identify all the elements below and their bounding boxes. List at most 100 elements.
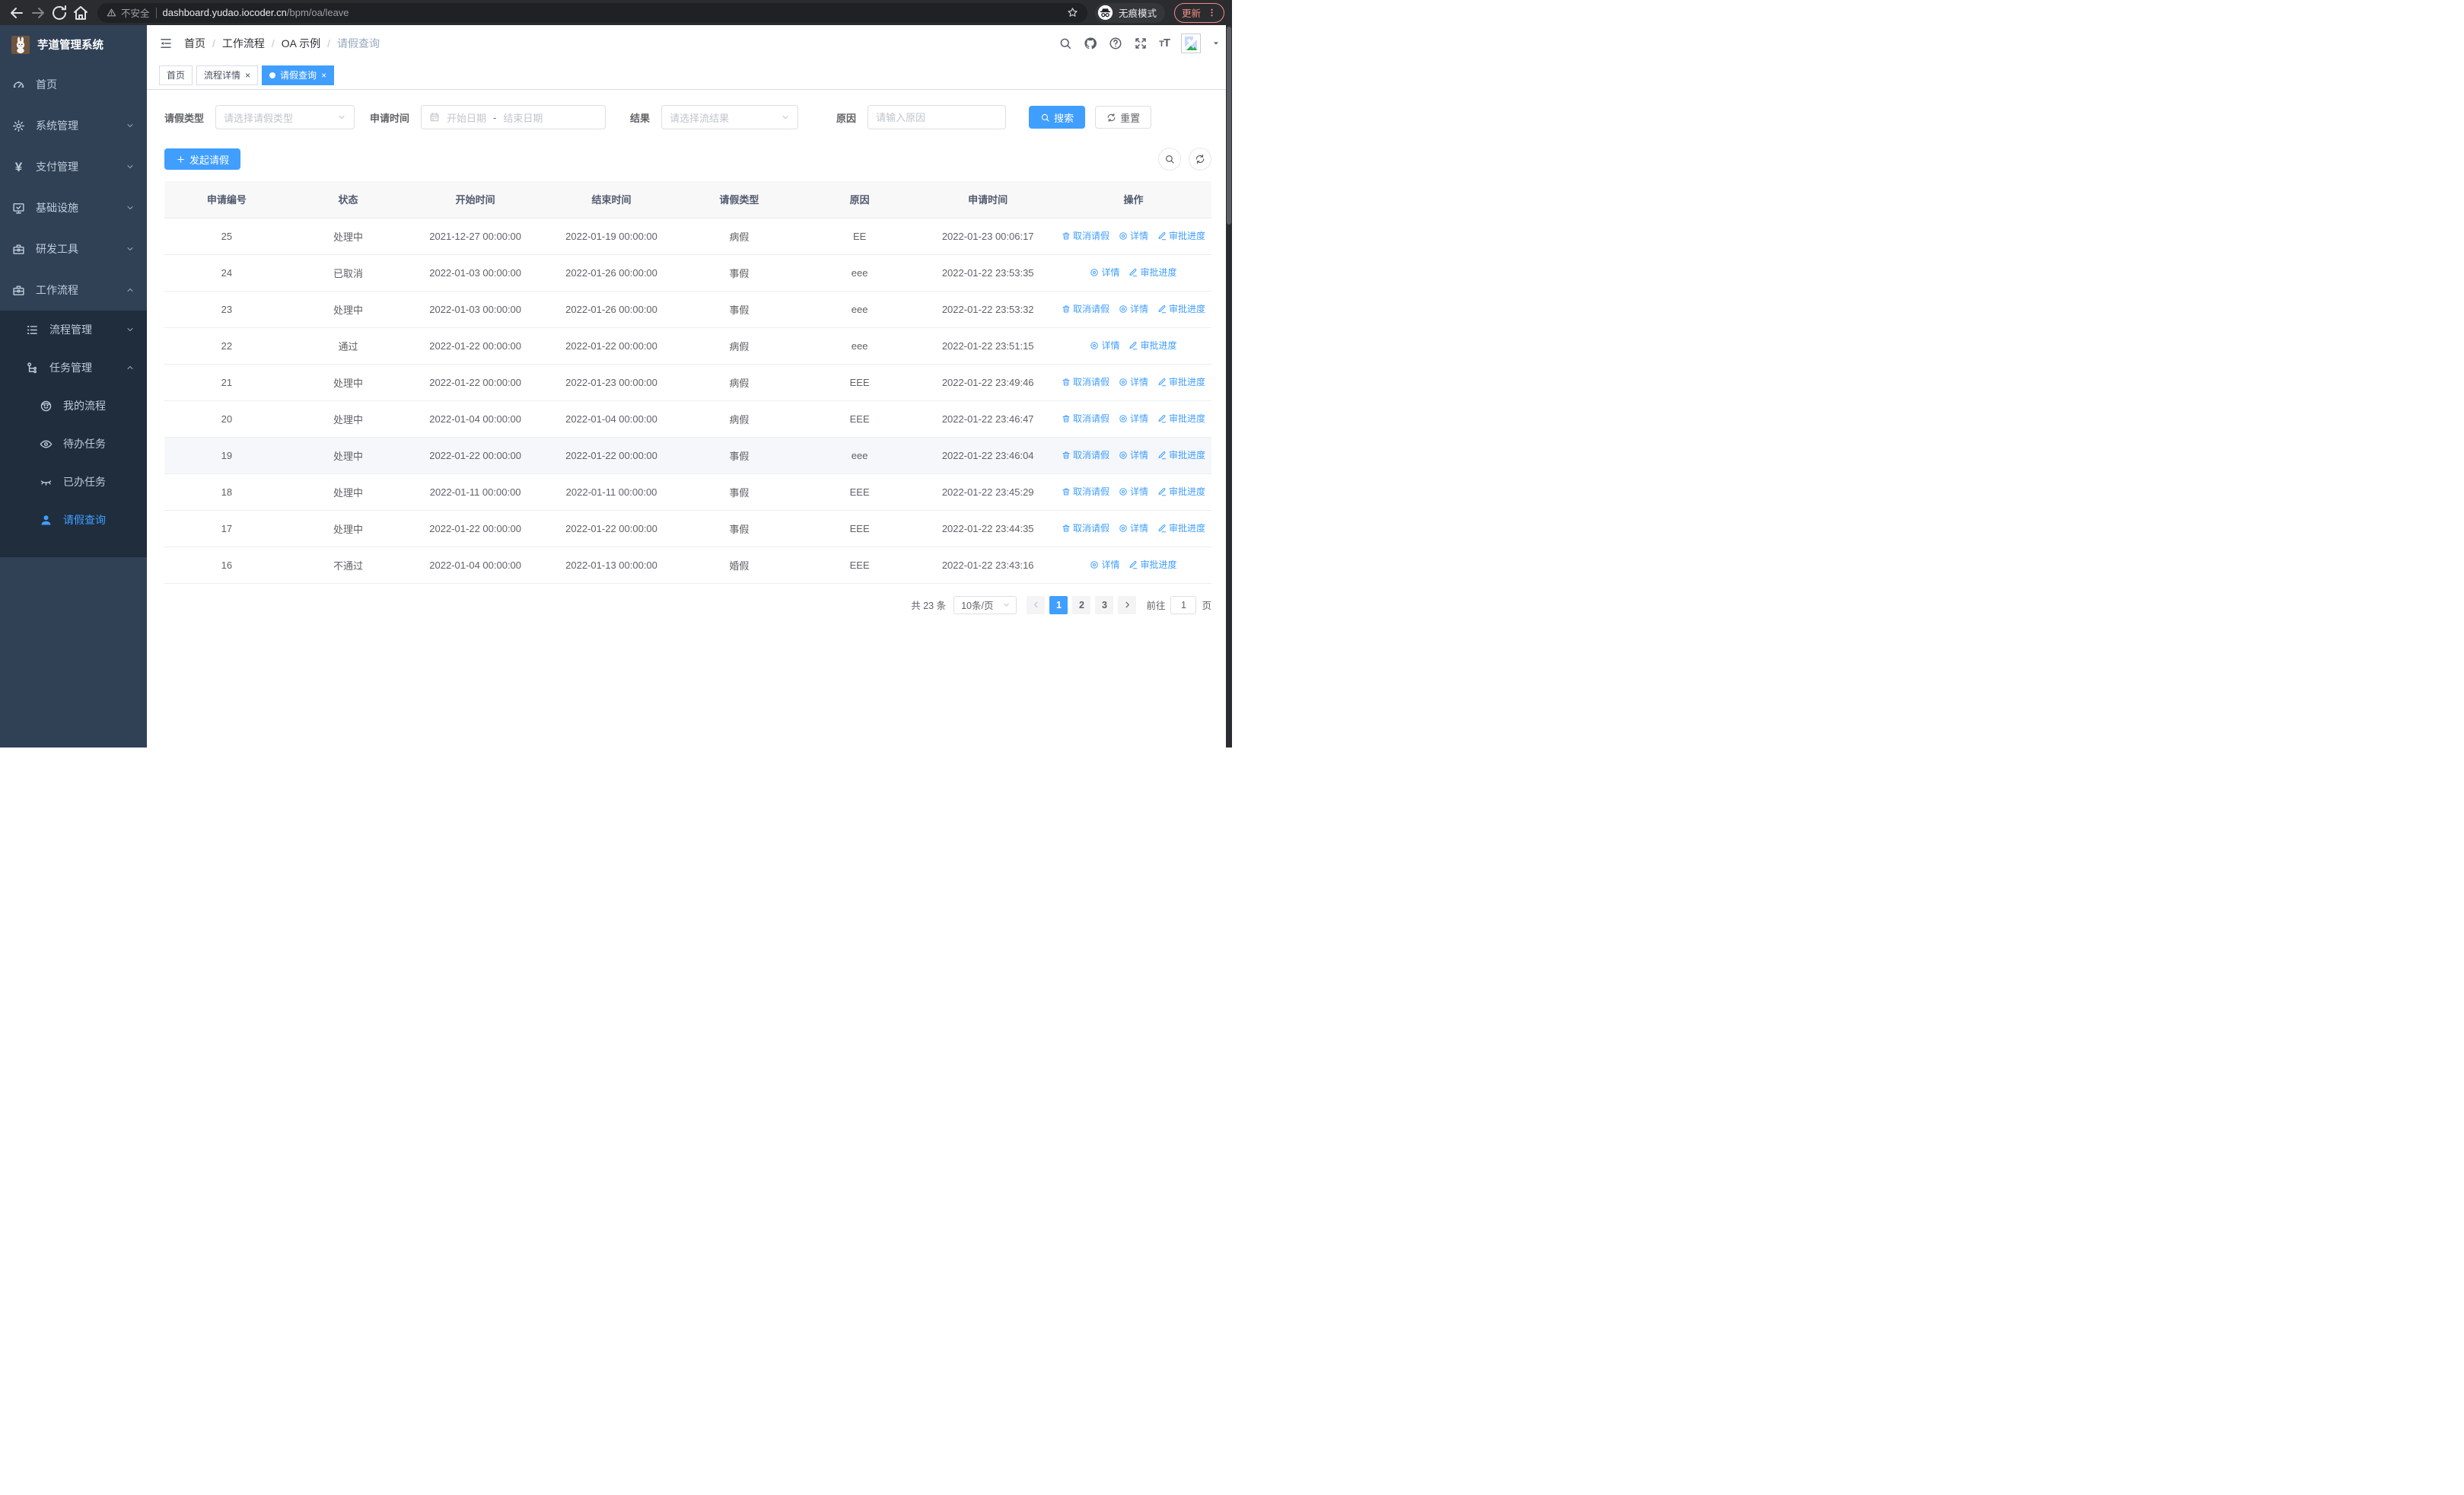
fullscreen-icon[interactable] (1134, 37, 1148, 50)
close-icon[interactable]: × (321, 71, 326, 80)
progress-action-link[interactable]: 审批进度 (1157, 485, 1205, 498)
detail-action-link[interactable]: 详情 (1119, 302, 1148, 315)
font-size-icon[interactable]: TT (1159, 37, 1170, 49)
goto-page-input[interactable] (1170, 595, 1197, 614)
sidebar-item-dev-tools[interactable]: 研发工具 (0, 228, 147, 269)
reload-icon[interactable] (50, 4, 68, 22)
table-row: 22 通过 2022-01-22 00:00:00 2022-01-22 00:00:… (164, 327, 1211, 365)
sidebar-item-payment-management[interactable]: ¥ 支付管理 (0, 146, 147, 187)
progress-action-link[interactable]: 审批进度 (1129, 558, 1176, 571)
tab-home[interactable]: 首页 (159, 65, 193, 85)
detail-action-link[interactable]: 详情 (1119, 375, 1148, 388)
cell-reason: EEE (798, 400, 921, 438)
user-menu-caret-icon[interactable] (1212, 40, 1220, 47)
page-button-2[interactable]: 2 (1072, 595, 1091, 614)
detail-action-link[interactable]: 详情 (1090, 339, 1119, 352)
view-icon (1119, 487, 1128, 496)
detail-action-link[interactable]: 详情 (1090, 266, 1119, 279)
detail-action-link[interactable]: 详情 (1119, 521, 1148, 534)
scrollbar[interactable] (1226, 25, 1232, 748)
progress-action-link[interactable]: 审批进度 (1157, 521, 1205, 534)
show-search-button[interactable] (1158, 148, 1181, 171)
breadcrumb-workflow[interactable]: 工作流程 (222, 36, 265, 51)
github-icon[interactable] (1084, 37, 1097, 50)
breadcrumb-home[interactable]: 首页 (184, 36, 205, 51)
breadcrumb-oa-example[interactable]: OA 示例 (282, 36, 320, 51)
page-button-3[interactable]: 3 (1095, 595, 1114, 614)
forward-icon[interactable] (29, 4, 47, 22)
sidebar-logo[interactable]: 芋道管理系统 (0, 25, 147, 64)
progress-action-link[interactable]: 审批进度 (1129, 339, 1176, 352)
cell-actions: 取消请假 详情 审批进度 (1055, 400, 1211, 438)
progress-action-link[interactable]: 审批进度 (1157, 229, 1205, 242)
tab-leave-query[interactable]: 请假查询 × (262, 65, 335, 85)
detail-action-link[interactable]: 详情 (1119, 485, 1148, 498)
detail-action-link[interactable]: 详情 (1119, 448, 1148, 461)
progress-action-link[interactable]: 审批进度 (1129, 266, 1176, 279)
progress-action-link[interactable]: 审批进度 (1157, 412, 1205, 425)
sidebar-item-workflow[interactable]: 工作流程 (0, 269, 147, 311)
chevron-down-icon (781, 113, 790, 122)
result-select[interactable]: 请选择流结果 (661, 105, 799, 129)
browser-update-button[interactable]: 更新 (1173, 2, 1224, 23)
sidebar-item-done-tasks[interactable]: 已办任务 (0, 463, 147, 501)
header-search-icon[interactable] (1059, 37, 1072, 50)
reason-input[interactable] (876, 111, 998, 123)
leave-type-select[interactable]: 请选择请假类型 (215, 105, 355, 129)
action-label: 取消请假 (1072, 450, 1109, 461)
close-icon[interactable]: × (245, 71, 250, 80)
detail-action-link[interactable]: 详情 (1119, 229, 1148, 242)
cell-type: 病假 (679, 400, 799, 438)
column-header: 申请编号 (164, 181, 289, 218)
url-bar[interactable]: 不安全 dashboard.yudao.iocoder.cn/bpm/oa/le… (97, 2, 1087, 23)
sidebar-item-my-process[interactable]: 我的流程 (0, 387, 147, 425)
action-label: 取消请假 (1072, 304, 1109, 315)
cancel-action-link[interactable]: 取消请假 (1062, 521, 1109, 534)
sidebar-item-system-management[interactable]: 系统管理 (0, 105, 147, 146)
cancel-action-link[interactable]: 取消请假 (1062, 412, 1109, 425)
reset-button[interactable]: 重置 (1095, 106, 1152, 129)
cell-type: 事假 (679, 437, 799, 474)
back-icon[interactable] (8, 4, 26, 22)
cell-apply: 2022-01-22 23:46:04 (920, 437, 1055, 474)
progress-action-link[interactable]: 审批进度 (1157, 302, 1205, 315)
help-icon[interactable] (1109, 37, 1122, 50)
sidebar-item-task-management[interactable]: 任务管理 (0, 349, 147, 387)
cell-status: 通过 (288, 327, 408, 365)
cancel-action-link[interactable]: 取消请假 (1062, 302, 1109, 315)
apply-time-range-picker[interactable]: 开始日期 - 结束日期 (421, 105, 606, 129)
kebab-menu-icon[interactable] (1207, 8, 1217, 18)
prev-page-button[interactable] (1027, 595, 1046, 614)
bookmark-star-icon[interactable] (1067, 7, 1078, 18)
page-size-select[interactable]: 10条/页 (953, 595, 1017, 614)
security-chip[interactable]: 不安全 (107, 5, 150, 20)
detail-action-link[interactable]: 详情 (1090, 558, 1119, 571)
create-leave-button[interactable]: 发起请假 (164, 148, 241, 170)
search-button[interactable]: 搜索 (1029, 106, 1086, 129)
home-icon[interactable] (72, 4, 90, 22)
progress-action-link[interactable]: 审批进度 (1157, 375, 1205, 388)
sidebar-item-process-management[interactable]: 流程管理 (0, 311, 147, 349)
cell-actions: 取消请假 详情 审批进度 (1055, 364, 1211, 401)
cancel-action-link[interactable]: 取消请假 (1062, 229, 1109, 242)
cancel-action-link[interactable]: 取消请假 (1062, 448, 1109, 461)
progress-action-link[interactable]: 审批进度 (1157, 448, 1205, 461)
sidebar-item-infrastructure[interactable]: 基础设施 (0, 187, 147, 228)
avatar[interactable] (1181, 33, 1201, 53)
scrollbar-thumb[interactable] (1227, 27, 1231, 225)
next-page-button[interactable] (1118, 595, 1137, 614)
sidebar-item-home[interactable]: 首页 (0, 64, 147, 105)
goto-label: 前往 (1146, 601, 1166, 611)
cell-actions: 详情 审批进度 (1055, 547, 1211, 584)
url-path: /bpm/oa/leave (286, 7, 349, 18)
sidebar-toggle-icon[interactable] (159, 37, 173, 50)
tab-process-detail[interactable]: 流程详情 × (196, 65, 259, 85)
detail-action-link[interactable]: 详情 (1119, 412, 1148, 425)
refresh-table-button[interactable] (1189, 148, 1211, 171)
page-button-1[interactable]: 1 (1049, 595, 1068, 614)
incognito-badge: 无痕模式 (1094, 2, 1165, 23)
sidebar-item-leave-query[interactable]: 请假查询 (0, 501, 147, 539)
cancel-action-link[interactable]: 取消请假 (1062, 485, 1109, 498)
sidebar-item-todo-tasks[interactable]: 待办任务 (0, 425, 147, 463)
cancel-action-link[interactable]: 取消请假 (1062, 375, 1109, 388)
